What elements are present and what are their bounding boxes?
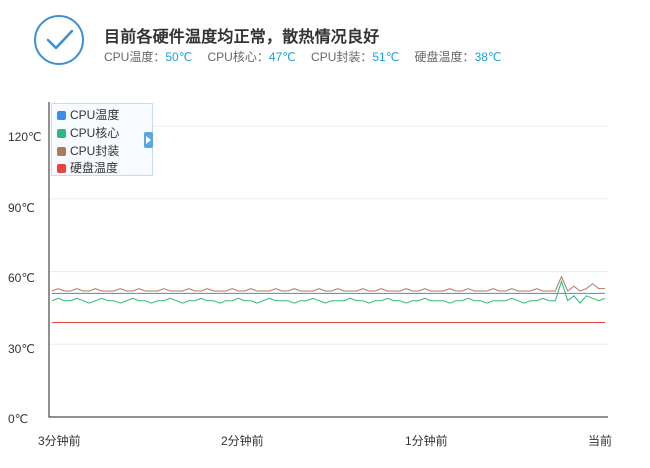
status-ok-icon [34,15,84,65]
legend-swatch [57,147,66,156]
metric-value: 47℃ [268,50,296,64]
metric-label: 硬盘温度： [414,50,475,64]
legend-swatch [57,111,66,120]
legend-item-disk-temp[interactable]: 硬盘温度 [57,159,118,175]
disk-temp-metric: 硬盘温度：38℃ [415,50,502,64]
cpu-core-metric: CPU核心：47℃ [208,50,296,64]
legend-swatch [57,129,66,138]
temperature-summary: CPU温度：50℃ CPU核心：47℃ CPU封装：51℃ 硬盘温度：38℃ [104,48,513,65]
x-tick-label: 2分钟前 [221,434,264,448]
y-tick-label: 60℃ [8,271,35,285]
cpu-package-metric: CPU封装：51℃ [311,50,399,64]
legend-label: CPU封装 [70,144,120,158]
y-tick-label: 0℃ [8,412,29,426]
metric-label: CPU封装： [311,50,373,64]
legend-item-cpu-package[interactable]: CPU封装 [57,142,119,158]
legend-label: CPU温度 [70,108,120,122]
series-line-1 [51,279,606,304]
legend-collapse-arrow-icon[interactable] [144,132,153,148]
metric-value: 38℃ [474,50,502,64]
series-line-2 [51,275,605,292]
x-tick-label: 3分钟前 [38,434,81,448]
y-tick-label: 30℃ [8,342,35,356]
status-header: 目前各硬件温度均正常，散热情况良好 CPU温度：50℃ CPU核心：47℃ CP… [0,0,650,90]
metric-label: CPU核心： [207,50,269,64]
x-tick-label: 1分钟前 [405,434,448,448]
legend-label: 硬盘温度 [70,161,119,175]
cpu-temp-metric: CPU温度：50℃ [104,50,192,64]
legend-label: CPU核心 [70,126,120,140]
metric-value: 51℃ [372,50,400,64]
x-tick-label: 当前 [588,434,613,448]
y-tick-label: 90℃ [8,201,35,215]
legend-item-cpu-core[interactable]: CPU核心 [57,124,119,140]
temperature-chart: 120℃ 90℃ 60℃ 30℃ 0℃ 3分钟前 2分钟前 1分钟前 当前 CP… [0,90,650,468]
status-title: 目前各硬件温度均正常，散热情况良好 [104,29,380,46]
legend-swatch [57,164,66,173]
metric-value: 50℃ [165,50,193,64]
y-tick-label: 120℃ [8,130,42,144]
legend-item-cpu-temp[interactable]: CPU温度 [57,106,119,122]
chart-legend: CPU温度 CPU核心 CPU封装 硬盘温度 [51,103,153,176]
metric-label: CPU温度： [104,50,166,64]
